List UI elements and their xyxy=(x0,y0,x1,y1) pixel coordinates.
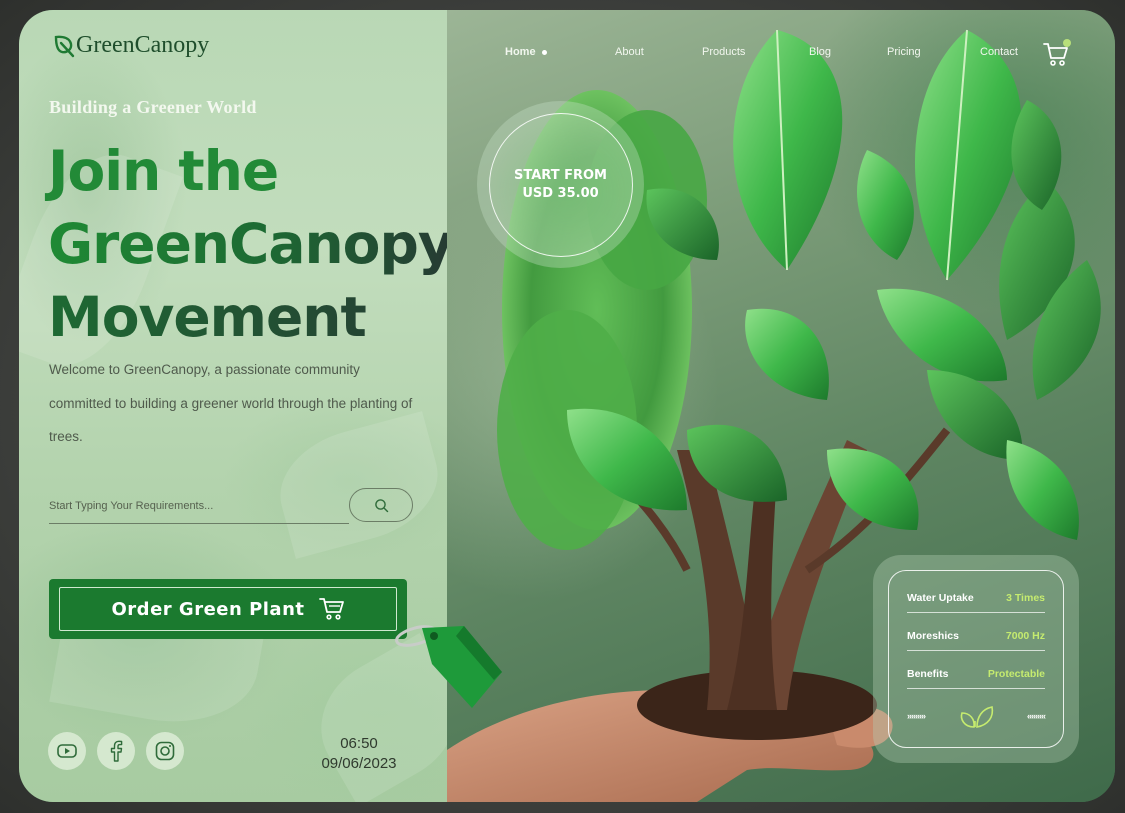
landing-card: GreenCanopy Building a Greener World Joi… xyxy=(19,10,1115,802)
datetime-display: 06:50 09/06/2023 xyxy=(299,734,419,774)
current-time: 06:50 xyxy=(340,735,378,752)
cart-icon xyxy=(318,598,344,620)
facebook-link[interactable] xyxy=(97,732,135,770)
leaf-logo-icon xyxy=(54,35,75,57)
order-button-frame[interactable]: Order Green Plant xyxy=(49,579,407,639)
price-badge-inner: START FROM USD 35.00 xyxy=(488,112,633,257)
active-indicator-dot xyxy=(541,49,547,55)
nav-item-products[interactable]: Products xyxy=(702,46,809,58)
hero-panel: GreenCanopy Building a Greener World Joi… xyxy=(19,10,480,802)
price-badge: START FROM USD 35.00 xyxy=(477,101,644,268)
header-cart-button[interactable] xyxy=(1043,38,1071,73)
price-value: USD 35.00 xyxy=(522,185,599,201)
stat-row: Water Uptake 3 Times xyxy=(907,587,1045,613)
stat-label: Water Uptake xyxy=(907,592,974,604)
headline-line-2: GreenCanopy xyxy=(48,208,454,281)
price-tag-icon xyxy=(395,625,502,708)
brand-logo[interactable]: GreenCanopy xyxy=(53,32,209,59)
nav-item-contact[interactable]: Contact xyxy=(980,46,1040,58)
product-visual-panel: Home About Products Blog Pricing Contact… xyxy=(447,10,1115,802)
nav-item-pricing[interactable]: Pricing xyxy=(887,46,980,58)
search-bar xyxy=(49,488,413,524)
instagram-link[interactable] xyxy=(146,732,184,770)
plant-stats-card: Water Uptake 3 Times Moreshics 7000 Hz B… xyxy=(873,555,1079,763)
arrows-right: ››››››››› xyxy=(907,711,926,721)
price-label: START FROM xyxy=(514,167,607,183)
nav-item-blog[interactable]: Blog xyxy=(809,46,887,58)
facebook-icon xyxy=(110,740,123,762)
main-nav: Home About Products Blog Pricing Contact xyxy=(505,46,1040,58)
stat-value: Protectable xyxy=(987,668,1045,680)
nav-item-about[interactable]: About xyxy=(615,46,702,58)
plant-stats-frame: Water Uptake 3 Times Moreshics 7000 Hz B… xyxy=(888,570,1064,748)
arrows-left: ‹‹‹‹‹‹‹‹‹ xyxy=(1027,711,1046,721)
hero-tagline: Building a Greener World xyxy=(49,97,257,117)
sprout-icon xyxy=(960,706,994,728)
hero-headline: Join the GreenCanopy Movement xyxy=(48,135,454,354)
hero-description: Welcome to GreenCanopy, a passionate com… xyxy=(49,362,413,444)
brand-name: GreenCanopy xyxy=(76,32,210,58)
current-date: 09/06/2023 xyxy=(321,755,397,772)
instagram-icon xyxy=(155,741,175,761)
headline-line-3: Movement xyxy=(48,281,448,354)
stat-value: 3 Times xyxy=(1006,592,1045,604)
shopping-cart-icon xyxy=(1043,39,1071,66)
stat-row: Moreshics 7000 Hz xyxy=(907,625,1045,651)
nav-home-label: Home xyxy=(505,46,536,58)
order-button-label: Order Green Plant xyxy=(111,598,305,620)
stat-label: Benefits xyxy=(907,668,949,680)
headline-line-1: Join the xyxy=(48,139,279,203)
stat-label: Moreshics xyxy=(907,630,959,642)
youtube-icon xyxy=(57,744,77,758)
stats-divider: ››››››››› ‹‹‹‹‹‹‹‹‹ xyxy=(907,703,1046,729)
youtube-link[interactable] xyxy=(48,732,86,770)
stat-row: Benefits Protectable xyxy=(907,663,1045,689)
nav-item-home[interactable]: Home xyxy=(505,46,615,58)
stat-value: 7000 Hz xyxy=(1005,630,1045,642)
search-icon xyxy=(374,498,388,512)
social-links xyxy=(48,732,184,770)
order-green-plant-button[interactable]: Order Green Plant xyxy=(59,587,397,631)
search-button[interactable] xyxy=(349,488,413,522)
search-input[interactable] xyxy=(49,488,349,524)
